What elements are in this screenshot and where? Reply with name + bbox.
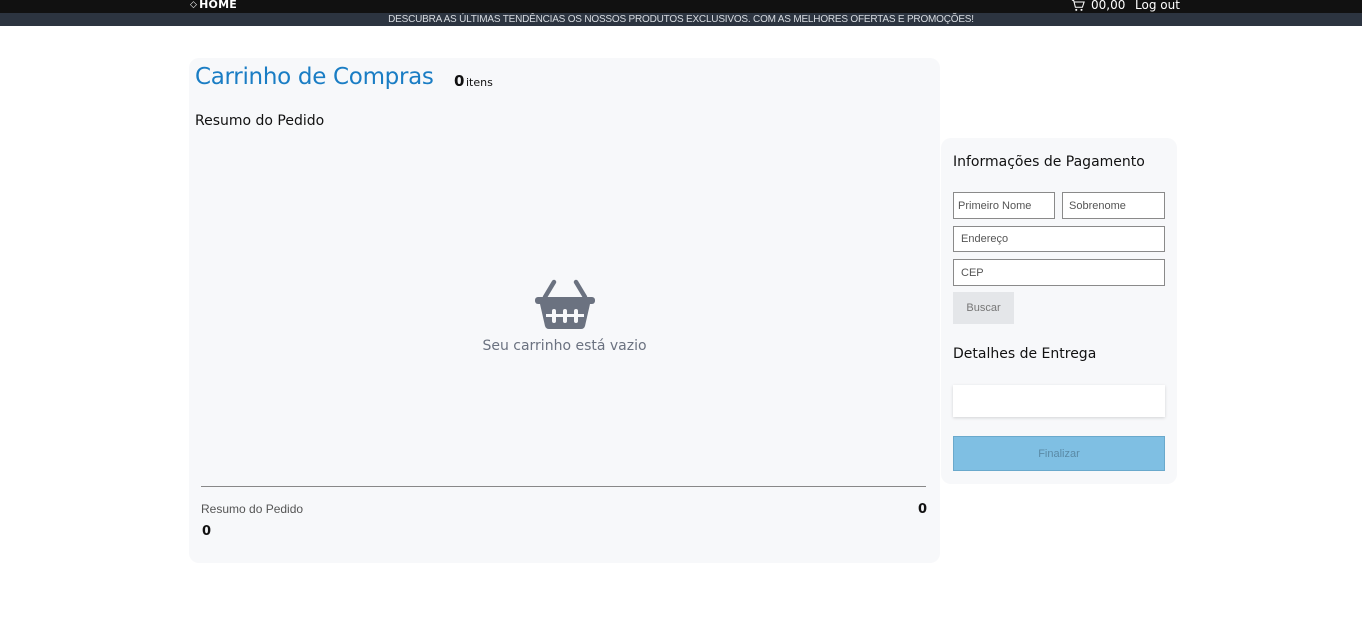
delivery-details-heading: Detalhes de Entrega bbox=[953, 346, 1097, 362]
cep-field[interactable] bbox=[953, 259, 1165, 286]
address-field[interactable] bbox=[953, 226, 1165, 252]
payment-panel: Informações de Pagamento Buscar Detalhes… bbox=[941, 138, 1177, 484]
home-link[interactable]: ◇ HOME bbox=[190, 0, 237, 11]
search-cep-button[interactable]: Buscar bbox=[953, 292, 1014, 324]
order-summary-count: 0 bbox=[202, 524, 212, 539]
page-title: Carrinho de Compras bbox=[195, 64, 434, 90]
top-navigation-bar: ◇ HOME 00,00 Log out bbox=[0, 0, 1362, 13]
finish-order-button[interactable]: Finalizar bbox=[953, 436, 1165, 471]
home-icon: ◇ bbox=[190, 0, 198, 10]
summary-divider bbox=[201, 486, 926, 487]
cart-total: 00,00 bbox=[1091, 0, 1126, 12]
home-label: HOME bbox=[199, 0, 237, 11]
cart-icon bbox=[1071, 0, 1085, 11]
item-count-label: itens bbox=[466, 76, 493, 89]
cart-summary-link[interactable]: 00,00 bbox=[1071, 0, 1125, 12]
delivery-details-box bbox=[953, 385, 1165, 417]
basket-icon bbox=[534, 279, 595, 329]
order-summary-heading: Resumo do Pedido bbox=[195, 113, 325, 129]
empty-cart-message: Seu carrinho está vazio bbox=[482, 338, 647, 354]
promo-banner: DESCUBRA AS ÚLTIMAS TENDÊNCIAS OS NOSSOS… bbox=[0, 13, 1362, 26]
cart-panel: Carrinho de Compras 0 itens Resumo do Pe… bbox=[189, 58, 940, 563]
item-count: 0 bbox=[454, 72, 465, 90]
logout-link[interactable]: Log out bbox=[1135, 0, 1180, 12]
last-name-field[interactable] bbox=[1062, 192, 1165, 219]
order-summary-total: 0 bbox=[917, 502, 927, 517]
first-name-field[interactable] bbox=[953, 192, 1055, 219]
empty-cart-state: Seu carrinho está vazio bbox=[189, 278, 940, 354]
order-summary-footer-label: Resumo do Pedido bbox=[201, 502, 304, 516]
payment-info-heading: Informações de Pagamento bbox=[953, 154, 1145, 170]
